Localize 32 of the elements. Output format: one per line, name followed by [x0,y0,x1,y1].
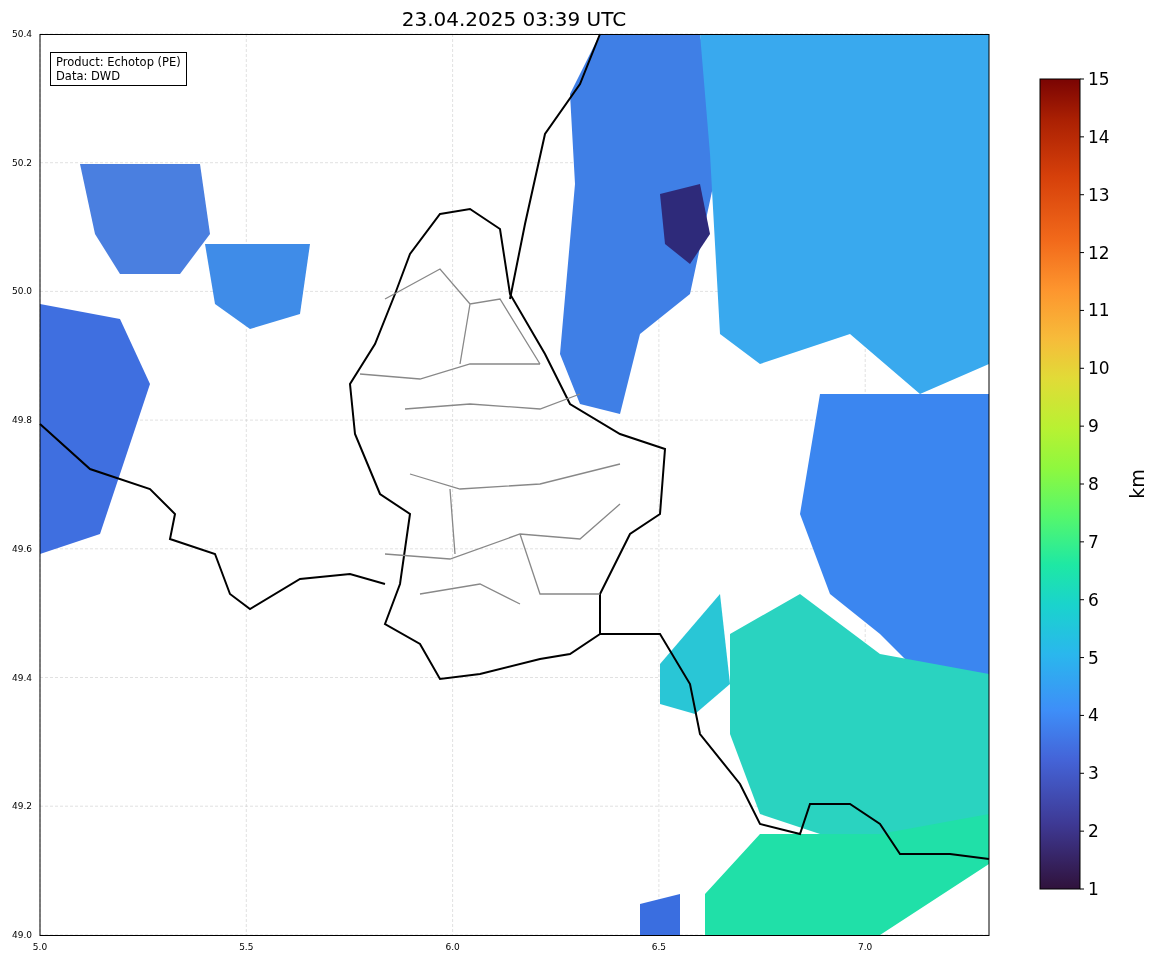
axis-tick-label: 7.0 [858,942,873,952]
axis-tick-label: 5.5 [239,942,254,952]
colorbar-tick-label: 2 [1088,821,1099,842]
axis-tick-label: 50.2 [11,157,32,168]
colorbar-tick-label: 14 [1088,126,1110,147]
axis-tick-label: 50.0 [11,286,32,297]
colorbar-tick-label: 1 [1088,879,1099,899]
colorbar-label: km [1126,469,1148,499]
colorbar-tick-label: 5 [1088,647,1099,668]
axis-tick-label: 49.6 [11,543,32,554]
axis-tick-label: 49.2 [11,801,32,812]
axis-tick-label: 49.8 [11,415,32,426]
colorbar-tick-label: 8 [1088,474,1099,494]
axis-tick-label: 49.4 [11,672,32,683]
colorbar-tick-label: 7 [1088,531,1099,552]
axis-tick-label: 6.5 [651,942,667,952]
axis-tick-label: 50.4 [11,29,32,39]
colorbar-tick-label: 3 [1088,763,1099,784]
plot-title: 23.04.2025 03:39 UTC [401,8,627,30]
colorbar-tick-label: 13 [1088,184,1110,205]
info-text: Product: Echotop (PE) [56,55,181,69]
colorbar-tick-label: 6 [1088,589,1099,610]
axis-tick-label: 5.0 [32,942,48,952]
colorbar-tick-label: 9 [1088,416,1099,437]
axis-tick-label: 6.0 [445,942,460,952]
info-text: Data: DWD [56,69,122,83]
axis-tick-label: 49.0 [11,929,32,940]
colorbar-tick-label: 11 [1088,300,1110,321]
colorbar-tick-label: 4 [1088,705,1099,726]
colorbar-tick-label: 15 [1088,70,1110,89]
colorbar-tick-label: 12 [1088,242,1110,263]
colorbar-tick-label: 10 [1088,358,1110,379]
